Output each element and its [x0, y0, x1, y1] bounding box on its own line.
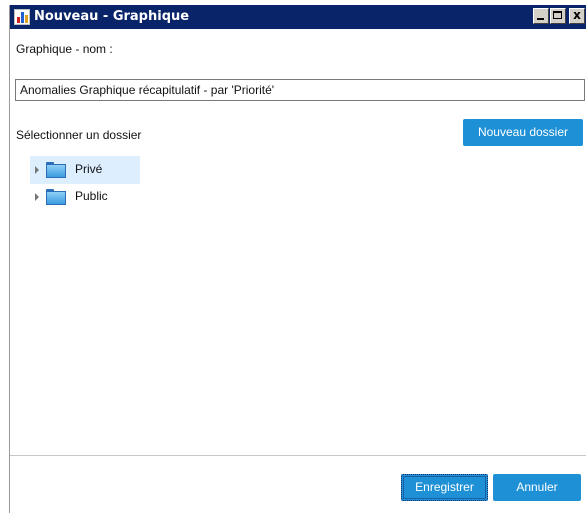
- chart-name-input[interactable]: [15, 79, 585, 101]
- cancel-button[interactable]: Annuler: [493, 474, 581, 501]
- chart-app-icon: [14, 9, 30, 25]
- folder-select-label: Sélectionner un dossier: [16, 128, 142, 142]
- maximize-icon: [553, 11, 562, 19]
- window-title: Nouveau - Graphique: [34, 9, 190, 24]
- expand-arrow-icon[interactable]: [35, 166, 39, 174]
- expand-arrow-icon[interactable]: [35, 193, 39, 201]
- tree-item-public[interactable]: Public: [30, 183, 140, 211]
- chart-name-label: Graphique - nom :: [16, 42, 113, 56]
- folder-icon: [46, 189, 66, 205]
- close-button[interactable]: x: [569, 8, 585, 24]
- save-button[interactable]: Enregistrer: [401, 474, 488, 501]
- footer-divider: [10, 455, 586, 456]
- tree-item-prive[interactable]: Privé: [30, 156, 140, 184]
- new-chart-dialog: Nouveau - Graphique x Graphique - nom : …: [9, 5, 586, 513]
- tree-item-label: Public: [75, 189, 108, 203]
- tree-item-label: Privé: [75, 162, 103, 176]
- new-folder-button[interactable]: Nouveau dossier: [463, 119, 583, 146]
- folder-icon: [46, 162, 66, 178]
- minimize-button[interactable]: [533, 8, 549, 24]
- close-icon: x: [573, 8, 581, 22]
- minimize-icon: [537, 18, 544, 20]
- title-bar[interactable]: Nouveau - Graphique x: [10, 5, 586, 29]
- maximize-button[interactable]: [550, 8, 566, 24]
